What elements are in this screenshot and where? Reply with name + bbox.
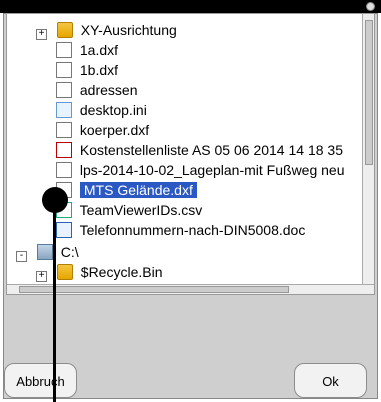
doc-file-icon xyxy=(56,222,72,239)
tree-item-label: 1a.dxf xyxy=(79,42,119,58)
tree-item-mts-gelande[interactable]: MTS Gelände.dxf xyxy=(56,180,197,200)
expand-icon[interactable]: + xyxy=(36,29,47,40)
tree-item-label: $Recycle.Bin xyxy=(80,264,163,280)
tree-item-label: adressen xyxy=(79,82,138,98)
collapse-icon[interactable]: - xyxy=(16,251,27,262)
ok-button[interactable]: Ok xyxy=(294,363,367,398)
tree-item-1b[interactable]: 1b.dxf xyxy=(56,60,118,80)
file-icon xyxy=(56,82,72,99)
tree-item-adressen[interactable]: adressen xyxy=(56,80,137,100)
ini-file-icon xyxy=(56,102,72,119)
touch-pointer-line xyxy=(53,200,56,402)
drive-icon xyxy=(36,244,53,261)
vertical-scroll-thumb[interactable] xyxy=(365,20,373,165)
file-icon xyxy=(56,162,72,179)
tree-item-label: desktop.ini xyxy=(79,102,147,118)
tree-item-koerper[interactable]: koerper.dxf xyxy=(56,120,149,140)
tree-item-desktop-ini[interactable]: desktop.ini xyxy=(56,100,147,120)
file-icon xyxy=(56,42,72,59)
tree-item-teamviewerids[interactable]: TeamViewerIDs.csv xyxy=(56,200,202,220)
selected-tree-item-label: MTS Gelände.dxf xyxy=(79,182,197,198)
tree-item-label: lps-2014-10-02_Lageplan-mit Fußweg neu xyxy=(79,162,345,178)
top-bar xyxy=(0,0,381,13)
tree-item-xy-ausrichtung[interactable]: + XY-Ausrichtung xyxy=(36,20,177,40)
file-icon xyxy=(56,122,72,139)
tree-item-drive-c[interactable]: - C:\ xyxy=(16,242,79,262)
tree-item-kostenstellenliste[interactable]: Kostenstellenliste AS 05 06 2014 14 18 3… xyxy=(56,140,343,160)
window-indicator-icon[interactable] xyxy=(366,2,375,11)
tree-item-label: 1b.dxf xyxy=(79,62,119,78)
tree-item-label: C:\ xyxy=(60,244,79,260)
pdf-file-icon xyxy=(56,142,72,159)
tree-item-telefonnummern[interactable]: Telefonnummern-nach-DIN5008.doc xyxy=(56,220,305,240)
file-tree[interactable]: + XY-Ausrichtung 1a.dxf 1b.dxf adressen … xyxy=(6,13,375,295)
horizontal-scroll-thumb[interactable] xyxy=(19,286,289,293)
tree-item-label: Telefonnummern-nach-DIN5008.doc xyxy=(79,222,306,238)
tree-item-label: Kostenstellenliste AS 05 06 2014 14 18 3… xyxy=(79,142,343,158)
expand-icon[interactable]: + xyxy=(36,271,47,282)
tree-item-lageplan[interactable]: lps-2014-10-02_Lageplan-mit Fußweg neu xyxy=(56,160,345,180)
folder-icon xyxy=(56,22,73,39)
tree-item-label: TeamViewerIDs.csv xyxy=(79,202,203,218)
horizontal-scrollbar[interactable] xyxy=(7,284,374,294)
file-icon xyxy=(56,62,72,79)
cancel-button[interactable]: Abbruch xyxy=(4,363,77,398)
tree-item-1a[interactable]: 1a.dxf xyxy=(56,40,118,60)
folder-icon xyxy=(56,264,73,281)
tree-item-label: koerper.dxf xyxy=(79,122,150,138)
vertical-scrollbar[interactable] xyxy=(362,14,374,294)
tree-item-label: XY-Ausrichtung xyxy=(80,22,177,38)
